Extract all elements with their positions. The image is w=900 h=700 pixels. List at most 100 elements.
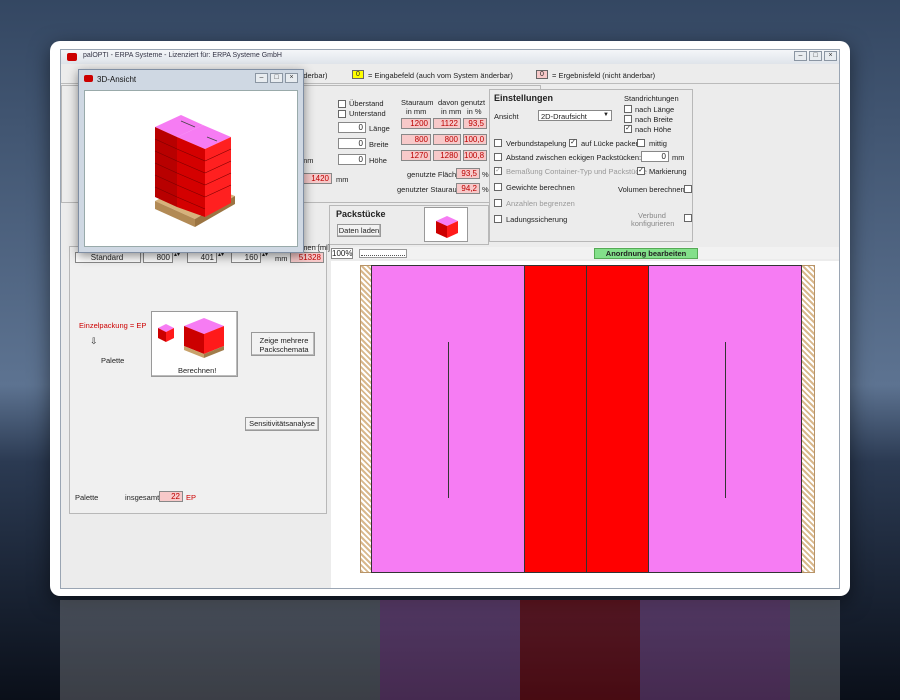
palette-label: Palette <box>101 356 125 365</box>
ladungssicherung-checkbox[interactable] <box>494 215 502 223</box>
package-block-right <box>648 265 802 573</box>
footer-palette-label: Palette <box>75 493 99 502</box>
standard-select[interactable]: Standard <box>75 252 141 263</box>
minimize-button[interactable]: – <box>794 51 807 61</box>
genutzte-flaeche-label: genutzte Fläche <box>407 170 461 179</box>
nach-laenge-checkbox[interactable] <box>624 105 632 113</box>
close-button[interactable]: × <box>824 51 837 61</box>
screenshot-frame: palOPTI - ERPA Systeme - Lizenziert für:… <box>50 41 850 596</box>
volumen-label: Volumen berechnen <box>618 185 685 194</box>
settings-title: Einstellungen <box>494 93 554 103</box>
title-bar: palOPTI - ERPA Systeme - Lizenziert für:… <box>61 50 839 64</box>
dimension-width-input[interactable]: 401 <box>187 252 217 263</box>
down-arrow-icon: ⇩ <box>90 336 98 346</box>
dialog-close-button[interactable]: × <box>285 73 298 83</box>
zoom-slider[interactable] <box>359 249 407 258</box>
window-title: palOPTI - ERPA Systeme - Lizenziert für:… <box>83 52 282 59</box>
result-field-swatch: 0 <box>536 70 548 79</box>
zoom-level[interactable]: 100% <box>331 248 353 259</box>
stauraum-header: Stauraum <box>401 98 434 107</box>
total-height-value: 1420 <box>300 173 332 184</box>
anzahlen-label: Anzahlen begrenzen <box>506 199 575 208</box>
total-height-unit: mm <box>336 175 349 184</box>
hoehe-label: Höhe <box>369 156 387 165</box>
nach-laenge-label: nach Länge <box>635 105 675 114</box>
volumen-value: 51328 <box>290 252 324 263</box>
nach-hoehe-checkbox[interactable]: ✓ <box>624 125 632 133</box>
verbundstapelung-checkbox[interactable] <box>494 139 502 147</box>
dialog-title: 3D-Ansicht <box>97 75 137 84</box>
3d-canvas[interactable] <box>84 90 298 247</box>
dimension-unit: mm <box>275 254 288 263</box>
insgesamt-label: insgesamt <box>125 493 160 502</box>
zeige-mehrere-label: Zeige mehrere Packschemata <box>259 336 309 354</box>
daten-laden-button[interactable]: Daten laden <box>337 224 381 237</box>
genutzt-header: davon genutzt <box>438 98 486 107</box>
percent-header: in % <box>467 107 482 116</box>
abstand-checkbox[interactable] <box>494 153 502 161</box>
mittig-checkbox[interactable] <box>637 139 645 147</box>
box-icon <box>436 216 458 238</box>
nach-hoehe-label: nach Höhe <box>635 125 672 134</box>
konfigurieren-label: konfigurieren <box>631 219 675 228</box>
result-field-legend: = Ergebnisfeld (nicht änderbar) <box>552 71 656 80</box>
stauraum-breite: 800 <box>401 134 431 145</box>
ueberstand-checkbox[interactable] <box>338 100 346 108</box>
genutzt-hoehe: 1280 <box>433 150 461 161</box>
packstueck-thumbnail <box>424 207 468 242</box>
unterstand-checkbox[interactable] <box>338 110 346 118</box>
stauraum-unit: in mm <box>406 107 427 116</box>
standrichtungen-label: Standrichtungen <box>624 94 679 103</box>
bemassung-checkbox[interactable]: ✓ <box>494 167 502 175</box>
dialog-maximize-button[interactable]: □ <box>270 73 283 83</box>
stauraum-pct: % <box>482 185 489 194</box>
window-reflection <box>60 600 840 700</box>
packstuecke-title: Packstücke <box>336 209 386 219</box>
gewichte-label: Gewichte berechnen <box>506 183 575 192</box>
nach-breite-checkbox[interactable] <box>624 115 632 123</box>
markierung-label: Markierung <box>649 167 687 176</box>
ep-unit: EP <box>186 493 197 502</box>
bemassung-label: Bemaßung Container-Typ und Packstücke <box>506 167 647 176</box>
dialog-app-icon <box>84 75 93 82</box>
markierung-checkbox[interactable]: ✓ <box>637 167 645 175</box>
genutzter-stauraum-value: 94,2 <box>456 183 480 194</box>
unterstand-label: Unterstand <box>349 109 386 118</box>
abstand-label: Abstand zwischen eckigen Packstücken: <box>506 153 642 162</box>
laenge-label: Länge <box>369 124 390 133</box>
gewichte-checkbox[interactable] <box>494 183 502 191</box>
auf-luecke-checkbox[interactable]: ✓ <box>569 139 577 147</box>
dimension-length-input[interactable]: 800 <box>143 252 173 263</box>
app-icon <box>67 53 77 61</box>
package-block-center-right <box>586 265 649 573</box>
zeige-mehrere-button[interactable]: Zeige mehrere Packschemata <box>251 332 315 356</box>
ansicht-select[interactable]: 2D-Draufsicht ▼ <box>538 110 612 121</box>
3d-view-dialog[interactable]: 3D-Ansicht – □ × <box>78 69 304 253</box>
maximize-button[interactable]: □ <box>809 51 822 61</box>
anzahlen-checkbox[interactable] <box>494 199 502 207</box>
volumen-checkbox[interactable] <box>684 185 692 193</box>
input-field-swatch: 0 <box>352 70 364 79</box>
berechnen-label: Berechnen! <box>178 366 217 375</box>
pallet-2d-view <box>331 261 839 588</box>
total-ep-value: 22 <box>159 491 183 502</box>
stauraum-hoehe: 1270 <box>401 150 431 161</box>
verbund-checkbox[interactable] <box>684 214 692 222</box>
genutzt-laenge: 1122 <box>433 118 461 129</box>
input-field-legend: = Eingabefeld (auch vom System änderbar) <box>368 71 513 80</box>
hoehe-input[interactable]: 0 <box>338 154 366 165</box>
abstand-input[interactable]: 0 <box>641 151 669 162</box>
dimension-height-input[interactable]: 160 <box>231 252 261 263</box>
abstand-unit: mm <box>672 153 685 162</box>
laenge-input[interactable]: 0 <box>338 122 366 133</box>
stauraum-laenge: 1200 <box>401 118 431 129</box>
breite-input[interactable]: 0 <box>338 138 366 149</box>
auf-luecke-label: auf Lücke packen <box>581 139 640 148</box>
flaeche-pct: % <box>482 170 489 179</box>
ladungssicherung-label: Ladungssicherung <box>506 215 568 224</box>
dialog-minimize-button[interactable]: – <box>255 73 268 83</box>
berechnen-button[interactable]: Berechnen! <box>151 311 238 377</box>
chevron-down-icon: ▼ <box>603 112 609 118</box>
anordnung-button[interactable]: Anordnung bearbeiten <box>594 248 698 259</box>
sensitivitaetsanalyse-button[interactable]: Sensitivitätsanalyse <box>245 417 319 431</box>
